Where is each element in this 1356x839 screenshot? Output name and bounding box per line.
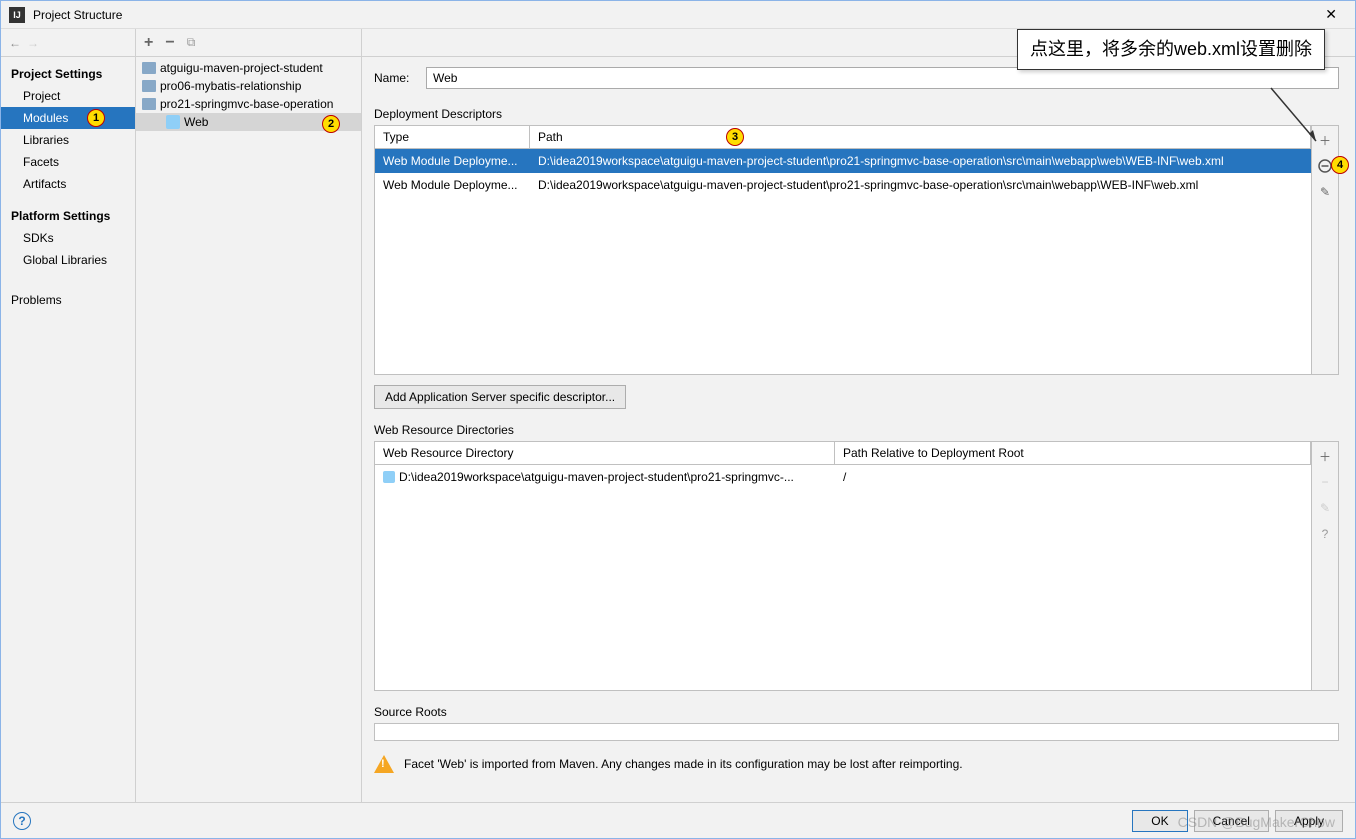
sidebar-item-project[interactable]: Project: [1, 85, 135, 107]
folder-icon: [142, 98, 156, 110]
sidebar: Project Settings Project Modules 1 Libra…: [1, 57, 136, 802]
tree-label: Web: [184, 115, 208, 129]
resource-toolbar: ＋ − ✎ ?: [1311, 441, 1339, 691]
back-icon[interactable]: ←: [9, 36, 21, 50]
copy-icon[interactable]: ⧉: [187, 35, 196, 50]
web-res-label: Web Resource Directories: [374, 423, 1339, 437]
tree-root[interactable]: atguigu-maven-project-student: [136, 59, 361, 77]
content-pane: Name: Deployment Descriptors Type Path 3…: [362, 57, 1355, 802]
web-icon: [166, 115, 180, 129]
th-type[interactable]: Type: [375, 126, 530, 148]
td-path: D:\idea2019workspace\atguigu-maven-proje…: [530, 149, 1311, 173]
plus-icon[interactable]: +: [144, 34, 153, 52]
add-server-descriptor-button[interactable]: Add Application Server specific descript…: [374, 385, 626, 409]
deploy-descriptors-label: Deployment Descriptors: [374, 107, 1339, 121]
minus-icon[interactable]: −: [165, 34, 174, 52]
td-type: Web Module Deployme...: [375, 149, 530, 173]
deployment-table: Type Path 3 Web Module Deployme... D:\id…: [374, 125, 1311, 375]
td-path: D:\idea2019workspace\atguigu-maven-proje…: [530, 173, 1311, 197]
table-row[interactable]: D:\idea2019workspace\atguigu-maven-proje…: [375, 465, 1311, 489]
sidebar-heading-platform: Platform Settings: [1, 205, 135, 227]
app-icon: IJ: [9, 7, 25, 23]
sidebar-item-global-libs[interactable]: Global Libraries: [1, 249, 135, 271]
sidebar-item-label: Modules: [23, 111, 68, 125]
resource-table: Web Resource Directory Path Relative to …: [374, 441, 1311, 691]
remove-icon[interactable]: 4: [1315, 156, 1335, 176]
td-dir: D:\idea2019workspace\atguigu-maven-proje…: [399, 470, 794, 484]
sidebar-item-problems[interactable]: Problems: [1, 289, 135, 311]
sidebar-item-artifacts[interactable]: Artifacts: [1, 173, 135, 195]
sidebar-item-libraries[interactable]: Libraries: [1, 129, 135, 151]
folder-icon: [142, 62, 156, 74]
callout-tooltip: 点这里，将多余的web.xml设置删除: [1017, 29, 1325, 70]
badge-3: 3: [726, 128, 744, 146]
close-icon[interactable]: ✕: [1315, 4, 1347, 25]
tree-web[interactable]: Web 2: [136, 113, 361, 131]
edit-icon[interactable]: ✎: [1315, 498, 1335, 518]
deploy-toolbar: ＋ 4 ✎: [1311, 125, 1339, 375]
tree-label: atguigu-maven-project-student: [160, 61, 323, 75]
badge-1: 1: [87, 109, 105, 127]
table-row[interactable]: Web Module Deployme... D:\idea2019worksp…: [375, 173, 1311, 197]
sidebar-item-sdks[interactable]: SDKs: [1, 227, 135, 249]
td-rel: /: [835, 465, 1311, 489]
th-dir[interactable]: Web Resource Directory: [375, 442, 835, 464]
source-roots-box: [374, 723, 1339, 741]
folder-icon: [142, 80, 156, 92]
th-label: Path: [538, 130, 563, 144]
folder-icon: [383, 471, 395, 483]
titlebar: IJ Project Structure ✕: [1, 1, 1355, 29]
watermark: CSDN @BugMakerChow: [1178, 814, 1335, 830]
table-row[interactable]: Web Module Deployme... D:\idea2019worksp…: [375, 149, 1311, 173]
sidebar-heading-project: Project Settings: [1, 63, 135, 85]
badge-4: 4: [1331, 156, 1349, 174]
warning-icon: [374, 755, 394, 773]
warning-banner: Facet 'Web' is imported from Maven. Any …: [374, 751, 1339, 777]
module-tree: atguigu-maven-project-student pro06-myba…: [136, 57, 362, 802]
add-icon[interactable]: ＋: [1315, 446, 1335, 466]
forward-icon[interactable]: →: [27, 36, 39, 50]
badge-2: 2: [322, 115, 340, 133]
add-icon[interactable]: ＋: [1315, 130, 1335, 150]
help-icon[interactable]: ?: [1315, 524, 1335, 544]
warning-text: Facet 'Web' is imported from Maven. Any …: [404, 757, 963, 771]
name-label: Name:: [374, 71, 414, 85]
sidebar-item-modules[interactable]: Modules 1: [1, 107, 135, 129]
tree-child[interactable]: pro21-springmvc-base-operation: [136, 95, 361, 113]
window-title: Project Structure: [33, 8, 122, 22]
footer: ? OK Cancel Apply: [1, 802, 1355, 838]
remove-icon[interactable]: −: [1315, 472, 1335, 492]
th-path[interactable]: Path 3: [530, 126, 1311, 148]
sidebar-item-facets[interactable]: Facets: [1, 151, 135, 173]
tree-label: pro21-springmvc-base-operation: [160, 97, 333, 111]
edit-icon[interactable]: ✎: [1315, 182, 1335, 202]
source-roots-label: Source Roots: [374, 705, 1339, 719]
th-rel[interactable]: Path Relative to Deployment Root: [835, 442, 1311, 464]
help-icon[interactable]: ?: [13, 812, 31, 830]
td-type: Web Module Deployme...: [375, 173, 530, 197]
tree-label: pro06-mybatis-relationship: [160, 79, 301, 93]
tree-child[interactable]: pro06-mybatis-relationship: [136, 77, 361, 95]
